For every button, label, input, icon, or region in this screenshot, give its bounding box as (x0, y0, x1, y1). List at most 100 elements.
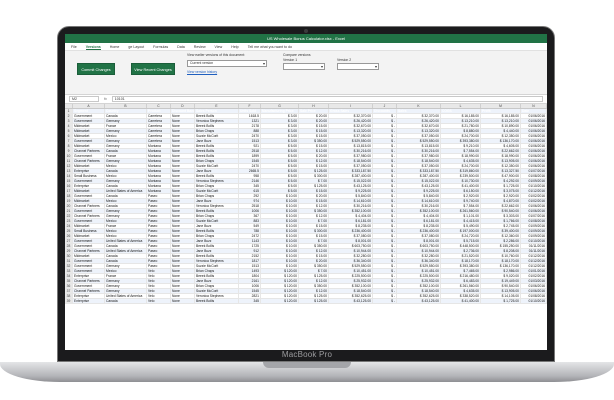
cell[interactable]: $ 5,715.00 (441, 239, 481, 243)
cell[interactable]: Paseo (147, 264, 171, 268)
cell[interactable]: Enterprise (73, 299, 105, 303)
cell[interactable]: 01/03/2016 (521, 279, 547, 283)
cell[interactable]: None (171, 299, 195, 303)
cell[interactable]: $ - (373, 149, 397, 153)
cell[interactable]: $ 20.00 (299, 119, 329, 123)
cell[interactable]: Montana (147, 169, 171, 173)
cell[interactable]: 912 (239, 249, 261, 253)
cell[interactable]: Veronica Stephens (195, 294, 239, 298)
cell[interactable]: 01/06/2016 (521, 114, 547, 118)
cell[interactable]: $ - (373, 134, 397, 138)
cell[interactable]: Beeek Bollis (195, 254, 239, 258)
cell[interactable]: $ 12,350.00 (481, 164, 521, 168)
cell[interactable]: $ 12.00 (299, 279, 329, 283)
row-number[interactable]: 5 (65, 129, 73, 133)
cell[interactable]: $ 37,050.00 (329, 164, 373, 168)
select-all-corner[interactable] (65, 104, 73, 108)
cell[interactable]: Carretera (147, 134, 171, 138)
cell[interactable]: Paseo (147, 199, 171, 203)
cell[interactable]: Mexico (105, 229, 147, 233)
cell[interactable]: 788 (239, 229, 261, 233)
cell[interactable]: 01/01/2016 (521, 269, 547, 273)
cell[interactable]: Germany (105, 119, 147, 123)
cell[interactable]: $ 32,670.00 (397, 124, 441, 128)
cell[interactable]: $ 15.00 (299, 134, 329, 138)
cell[interactable]: Germany (105, 284, 147, 288)
cell[interactable]: Mexico (105, 134, 147, 138)
cell[interactable]: $ 6,150.00 (441, 189, 481, 193)
cell[interactable]: Beeek Bollis (195, 244, 239, 248)
cell[interactable]: Mexico (105, 269, 147, 273)
cell[interactable]: $ 26,420.00 (329, 119, 373, 123)
cell[interactable]: $ 319,860.00 (441, 169, 481, 173)
cell[interactable]: None (171, 204, 195, 208)
cell[interactable]: $ - (373, 129, 397, 133)
cell[interactable]: Paseo (147, 234, 171, 238)
cell[interactable]: 549 (239, 224, 261, 228)
cell[interactable]: $ 26,420.00 (397, 119, 441, 123)
cell[interactable]: $ 2,736.00 (441, 249, 481, 253)
cell[interactable]: $ 14,610.00 (329, 199, 373, 203)
cell[interactable]: $ 9,225.00 (329, 189, 373, 193)
cell[interactable]: 888 (239, 129, 261, 133)
cell[interactable]: Canada (105, 149, 147, 153)
cell[interactable]: Canada (105, 259, 147, 263)
column-header[interactable]: J (373, 104, 397, 108)
column-header[interactable]: N (521, 104, 547, 108)
cell[interactable]: $ 155,250.00 (481, 244, 521, 248)
row-number[interactable]: 33 (65, 269, 73, 273)
cell[interactable]: Germany (105, 264, 147, 268)
column-header[interactable]: F (239, 104, 261, 108)
cell[interactable]: 2470 (239, 164, 261, 168)
cell[interactable]: $ 5.00 (261, 189, 299, 193)
cell[interactable]: Midmarket (73, 129, 105, 133)
cell[interactable]: Channel Partners (73, 204, 105, 208)
cell[interactable]: $ - (373, 154, 397, 158)
cell[interactable]: 921 (239, 144, 261, 148)
row-number[interactable]: 28 (65, 244, 73, 248)
row-number[interactable]: 18 (65, 194, 73, 198)
cell[interactable]: $ 197,000.00 (441, 229, 481, 233)
cell[interactable]: Suzzie McCorit (195, 289, 239, 293)
cell[interactable]: $ 350.00 (299, 264, 329, 268)
cell[interactable]: Velo (147, 289, 171, 293)
row-number[interactable]: 30 (65, 254, 73, 258)
ribbon-tab[interactable]: Help (231, 43, 238, 50)
cell[interactable]: $ 125.00 (299, 294, 329, 298)
cell[interactable]: $ 32,280.00 (397, 254, 441, 258)
view-recent-changes-button[interactable]: View Recent Changes (131, 63, 175, 75)
row-number[interactable]: 8 (65, 144, 73, 148)
cell[interactable]: 01/06/2016 (521, 209, 547, 213)
cell[interactable]: $ 10.00 (261, 209, 299, 213)
cell[interactable]: Paseo (147, 244, 171, 248)
cell[interactable]: $ 8,208.00 (481, 249, 521, 253)
cell[interactable]: $ 393,380.00 (441, 264, 481, 268)
cell[interactable]: 01/02/2016 (521, 274, 547, 278)
cell[interactable]: $ 10,451.00 (329, 269, 373, 273)
cell[interactable]: Germany (105, 214, 147, 218)
cell[interactable]: $ 30,216.00 (329, 204, 373, 208)
cell[interactable]: Velo (147, 269, 171, 273)
cell[interactable]: Channel Partners (73, 214, 105, 218)
cell[interactable]: $ - (373, 194, 397, 198)
cell[interactable]: Government (73, 264, 105, 268)
cell[interactable]: 01/06/2016 (521, 119, 547, 123)
cell[interactable]: $ 13,320.00 (397, 129, 441, 133)
cell[interactable]: $ 15.00 (299, 199, 329, 203)
cell[interactable]: $ 1,101.00 (441, 214, 481, 218)
cell[interactable]: Enterprise (73, 294, 105, 298)
header-cell[interactable]: Discount Band (171, 109, 195, 113)
row-number[interactable]: 26 (65, 234, 73, 238)
cell[interactable]: None (171, 169, 195, 173)
cell[interactable]: Channel Partners (73, 279, 105, 283)
cell[interactable]: $ 18,540.00 (397, 159, 441, 163)
cell[interactable]: None (171, 159, 195, 163)
cell[interactable]: $ 2,745.00 (481, 224, 521, 228)
cell[interactable]: $ 5.00 (261, 174, 299, 178)
cell[interactable]: $ 225,500.00 (397, 274, 441, 278)
row-number[interactable]: 3 (65, 119, 73, 123)
cell[interactable]: $ 120.00 (261, 294, 299, 298)
cell[interactable]: $ 47,900.00 (481, 174, 521, 178)
cell[interactable]: $ 261,560.00 (441, 284, 481, 288)
cell[interactable]: Paseo (147, 249, 171, 253)
